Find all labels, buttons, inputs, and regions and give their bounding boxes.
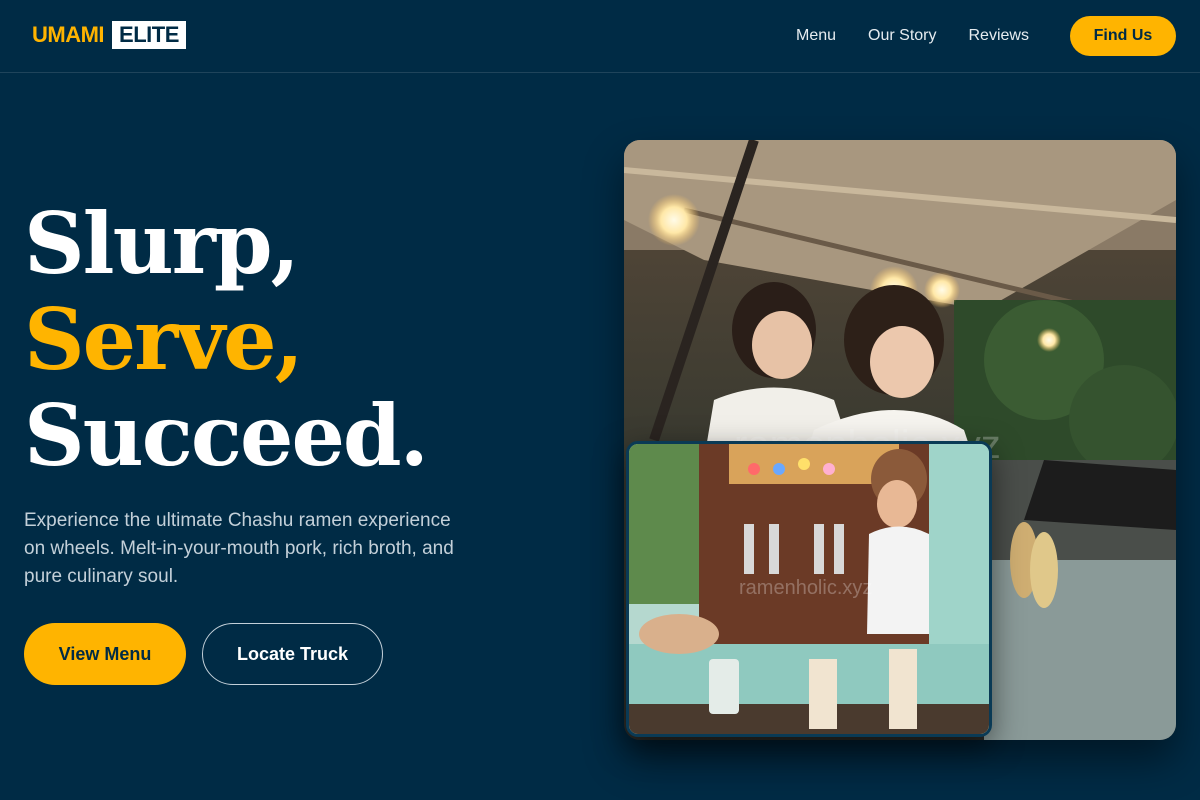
find-us-button[interactable]: Find Us xyxy=(1070,16,1176,56)
view-menu-button[interactable]: View Menu xyxy=(24,623,186,685)
brand-logo-umami: UMAMI xyxy=(32,22,105,47)
nav-link-our-story[interactable]: Our Story xyxy=(868,27,936,45)
nav-links: Menu Our Story Reviews xyxy=(796,26,1029,46)
chef-cooking-photo: ramenholic.xyz xyxy=(626,441,992,737)
headline-line-2: Serve, xyxy=(24,290,304,389)
nav-link-reviews[interactable]: Reviews xyxy=(969,27,1029,45)
hero-subtext: Experience the ultimate Chashu ramen exp… xyxy=(24,510,454,587)
inset-photo-watermark: ramenholic.xyz xyxy=(739,577,872,599)
headline-line-1: Slurp, xyxy=(24,194,300,293)
brand-logo-elite: ELITE xyxy=(112,21,186,49)
headline-line-3: Succeed. xyxy=(24,386,429,485)
top-nav: UMAMI ELITE Menu Our Story Reviews Find … xyxy=(0,0,1200,73)
locate-truck-button[interactable]: Locate Truck xyxy=(202,623,383,685)
nav-link-menu[interactable]: Menu xyxy=(796,27,836,45)
brand-logo[interactable]: UMAMI ELITE xyxy=(32,21,186,49)
chef-cooking-illustration: ramenholic.xyz xyxy=(629,444,989,734)
hero-headline: Slurp, Serve, Succeed. xyxy=(24,196,544,484)
